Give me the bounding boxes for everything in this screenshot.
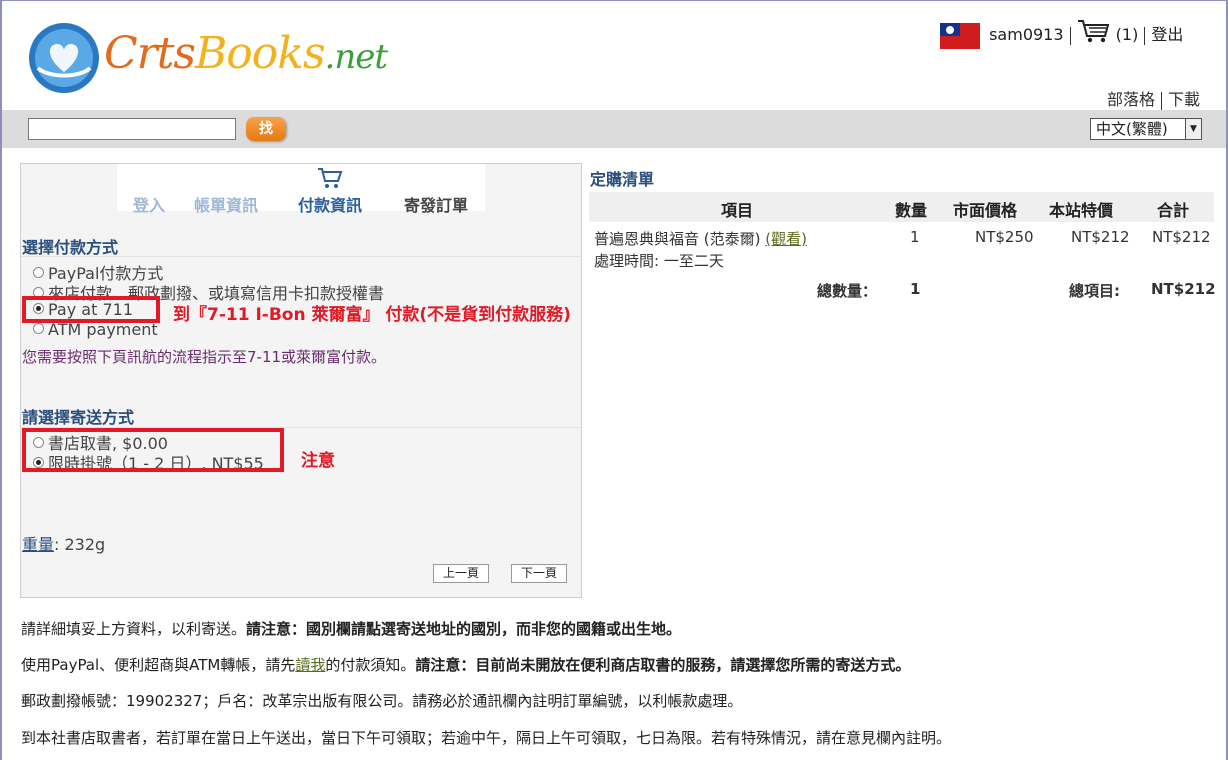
blog-link[interactable]: 部落格: [1107, 90, 1155, 109]
step-account: 帳單資訊: [194, 196, 259, 215]
footer-note-1: 請詳細填妥上方資料，以利寄送。請注意：國別欄請點選寄送地址的國別，而非您的國籍或…: [21, 620, 682, 638]
header-our-price: 本站特價: [1049, 201, 1114, 220]
shipping-method-title: 請選擇寄送方式: [22, 408, 135, 427]
radio-button[interactable]: [33, 323, 44, 334]
prev-page-button[interactable]: 上一頁: [433, 564, 489, 583]
checkout-steps: 登入 帳單資訊 付款資訊 寄發訂單: [117, 164, 485, 215]
footer-note-4: 到本社書店取書者，若訂單在當日上午送出，當日下午可領取；若逾中午，隔日上午可領取…: [21, 729, 952, 747]
next-page-button[interactable]: 下一頁: [511, 564, 567, 583]
item-qty: 1: [910, 228, 920, 246]
step-login: 登入: [133, 196, 166, 215]
language-select[interactable]: 中文(繁體) ▼: [1090, 118, 1202, 140]
order-list-title: 定購清單: [590, 170, 655, 189]
footer-note-3: 郵政劃撥帳號：19902327；戶名：改革宗出版有限公司。請務必於通訊欄內註明訂…: [21, 692, 743, 710]
header-item: 項目: [721, 201, 754, 220]
site-logo[interactable]: CrtsBooks.net: [24, 18, 388, 98]
shopping-cart-icon[interactable]: [1077, 18, 1111, 53]
total-items-label: 總項目:: [1069, 282, 1120, 300]
payment-method-title: 選擇付款方式: [22, 238, 119, 257]
weight-link[interactable]: 重量: [22, 535, 54, 554]
search-button[interactable]: 找: [246, 117, 286, 141]
top-links: 部落格 下載: [1107, 86, 1200, 110]
divider: [1160, 91, 1162, 110]
highlight-box-711: [22, 296, 160, 323]
window-border-top: [0, 0, 1228, 1]
divider: [1144, 26, 1146, 45]
hands-heart-logo-icon: [29, 23, 99, 93]
language-selected: 中文(繁體): [1096, 120, 1168, 138]
view-item-link[interactable]: (觀看): [765, 230, 807, 248]
weight-info: 重量: 232g: [22, 535, 106, 554]
logout-link[interactable]: 登出: [1151, 25, 1183, 44]
annotation-pay-note: 到『7-11 I-Bon 萊爾富』 付款(不是貨到付款服務): [173, 305, 571, 325]
dropdown-arrow-icon[interactable]: ▼: [1185, 119, 1201, 139]
item-total: NT$212: [1152, 228, 1211, 246]
site-logo-text: CrtsBooks.net: [104, 28, 388, 79]
annotation-ship-note: 注意: [301, 451, 335, 471]
checkout-panel: 登入 帳單資訊 付款資訊 寄發訂單 選擇付款方式 PayPal付款方式 來店付款…: [20, 163, 582, 598]
divider: [21, 256, 581, 257]
search-input[interactable]: [28, 118, 236, 140]
processing-time: 處理時間: 一至二天: [594, 252, 724, 270]
radio-button[interactable]: [33, 267, 44, 278]
table-row: 普遍恩典與福音 (范泰爾) (觀看) 處理時間: 一至二天 1 NT$250 N…: [589, 222, 1216, 314]
item-market-price: NT$250: [975, 228, 1034, 246]
divider: [1069, 26, 1071, 45]
item-our-price: NT$212: [1071, 228, 1130, 246]
header-total: 合計: [1157, 201, 1190, 220]
readme-link[interactable]: 讀我: [295, 656, 325, 674]
download-link[interactable]: 下載: [1168, 90, 1200, 109]
highlight-box-shipping: [22, 428, 284, 472]
total-qty-label: 總數量：: [817, 282, 878, 300]
cart-step-icon: [317, 166, 343, 194]
user-area: sam0913 (1) 登出: [940, 18, 1210, 53]
total-qty: 1: [910, 280, 921, 298]
taiwan-flag-icon[interactable]: [940, 22, 980, 49]
order-table-header: 項目 數量 市面價格 本站特價 合計: [589, 192, 1214, 222]
header-market-price: 市面價格: [953, 201, 1018, 220]
item-name: 普遍恩典與福音 (范泰爾) (觀看): [594, 230, 807, 248]
footer-note-2: 使用PayPal、便利超商與ATM轉帳，請先讀我的付款須知。請注意：目前尚未開放…: [21, 656, 911, 674]
total-amount: NT$212: [1151, 280, 1216, 298]
payment-instruction: 您需要按照下頁訊航的流程指示至7-11或萊爾富付款。: [22, 348, 387, 366]
order-table: 項目 數量 市面價格 本站特價 合計 普遍恩典與福音 (范泰爾) (觀看) 處理…: [589, 192, 1216, 314]
step-payment: 付款資訊: [298, 196, 363, 215]
cart-count[interactable]: (1): [1116, 25, 1139, 44]
header-qty: 數量: [895, 201, 928, 220]
username-link[interactable]: sam0913: [989, 25, 1063, 44]
step-submit: 寄發訂單: [404, 196, 469, 215]
search-bar: 找 中文(繁體) ▼: [2, 110, 1226, 148]
